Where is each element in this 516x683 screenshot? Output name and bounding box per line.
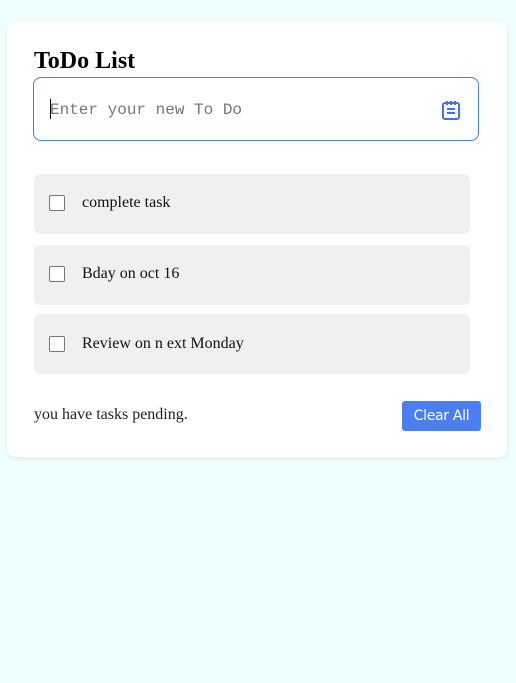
new-todo-input[interactable] — [48, 78, 432, 142]
clear-all-button[interactable]: Clear All — [402, 401, 481, 431]
pending-status: you have tasks pending. — [34, 406, 188, 423]
todo-checkbox[interactable] — [49, 195, 65, 211]
todo-label: Bday on oct 16 — [82, 265, 180, 282]
notepad-icon[interactable] — [440, 99, 462, 121]
todo-item: Bday on oct 16 — [34, 245, 470, 305]
todo-card: ToDo List complete task Bday on oct 16 R… — [7, 22, 507, 457]
todo-label: Review on n ext Monday — [82, 335, 244, 352]
new-todo-field[interactable] — [33, 77, 479, 142]
page-title: ToDo List — [34, 48, 136, 74]
todo-item: Review on n ext Monday — [34, 314, 470, 374]
todo-label: complete task — [82, 194, 171, 211]
todo-checkbox[interactable] — [49, 336, 65, 352]
todo-checkbox[interactable] — [49, 266, 65, 282]
todo-item: complete task — [34, 174, 470, 234]
